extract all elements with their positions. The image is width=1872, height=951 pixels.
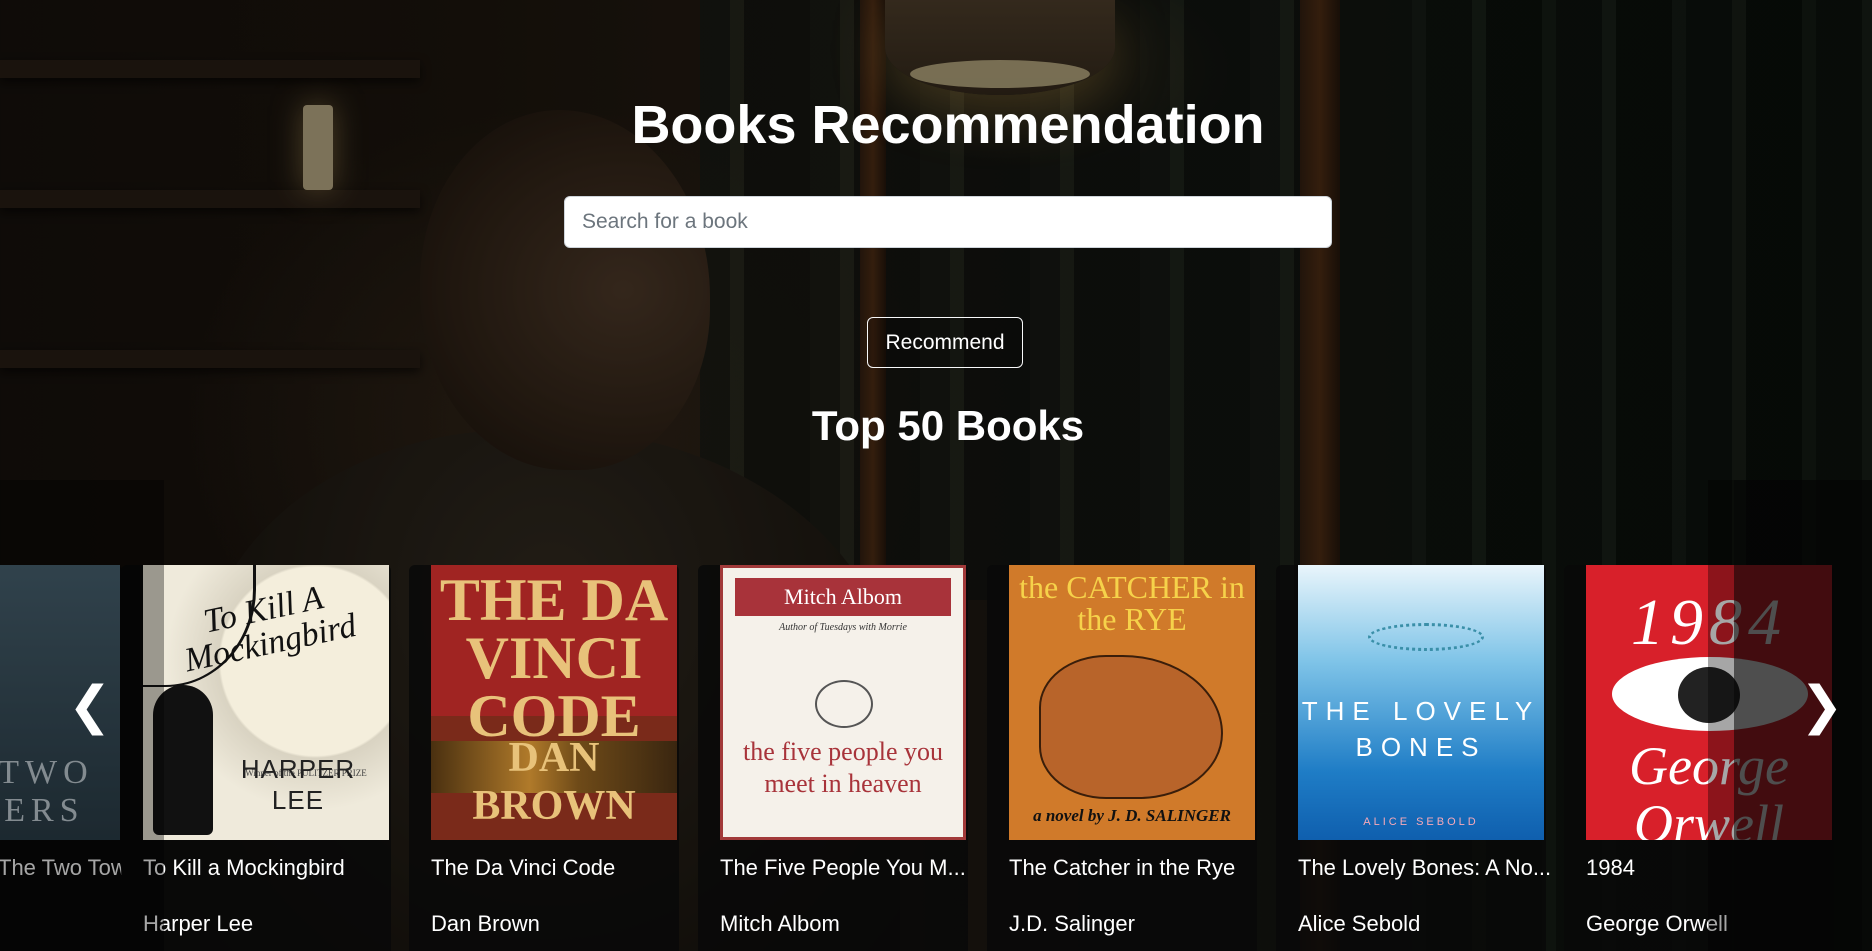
book-title: To Kill a Mockingbird <box>143 855 345 880</box>
book-cover: THE DA VINCI CODE DAN BROWN <box>431 565 677 840</box>
search-input[interactable] <box>564 196 1332 248</box>
page-title: Books Recommendation <box>631 95 1265 155</box>
book-cover: To Kill A Mockingbird Winner of the PULI… <box>143 565 389 840</box>
carousel-prev-button[interactable]: ❮ <box>0 480 164 951</box>
carousel-next-button[interactable]: ❯ <box>1708 480 1872 951</box>
main-content: Books Recommendation Recommend Top 50 Bo… <box>0 0 1872 951</box>
book-author: J.D. Salinger <box>1009 911 1135 936</box>
chevron-left-icon: ❮ <box>68 676 112 736</box>
book-author: Alice Sebold <box>1298 911 1421 936</box>
book-card[interactable]: THE DA VINCI CODE DAN BROWN The Da Vinci… <box>409 565 679 951</box>
book-cover: THE LOVELY BONES ALICE SEBOLD <box>1298 565 1544 840</box>
book-card[interactable]: THE LOVELY BONES ALICE SEBOLD The Lovely… <box>1276 565 1551 951</box>
section-title: Top 50 Books <box>811 402 1085 449</box>
book-author: Dan Brown <box>431 911 540 936</box>
book-card[interactable]: the CATCHER in the RYE a novel by J. D. … <box>987 565 1257 951</box>
book-card[interactable]: Mitch Albom Author of Tuesdays with Morr… <box>698 565 968 951</box>
book-author: Mitch Albom <box>720 911 840 936</box>
book-title: The Five People You M... <box>720 855 966 880</box>
book-author: Harper Lee <box>143 911 254 936</box>
chevron-right-icon: ❯ <box>1800 676 1844 736</box>
book-cover: Mitch Albom Author of Tuesdays with Morr… <box>720 565 966 840</box>
book-title: The Catcher in the Rye <box>1009 855 1236 880</box>
books-carousel: THE TWO TOWERS The Two Towers (The L... … <box>0 480 1872 951</box>
book-title: The Da Vinci Code <box>431 855 616 880</box>
book-cover: the CATCHER in the RYE a novel by J. D. … <box>1009 565 1255 840</box>
book-title: The Lovely Bones: A No... <box>1298 855 1552 880</box>
recommend-button[interactable]: Recommend <box>867 317 1023 368</box>
